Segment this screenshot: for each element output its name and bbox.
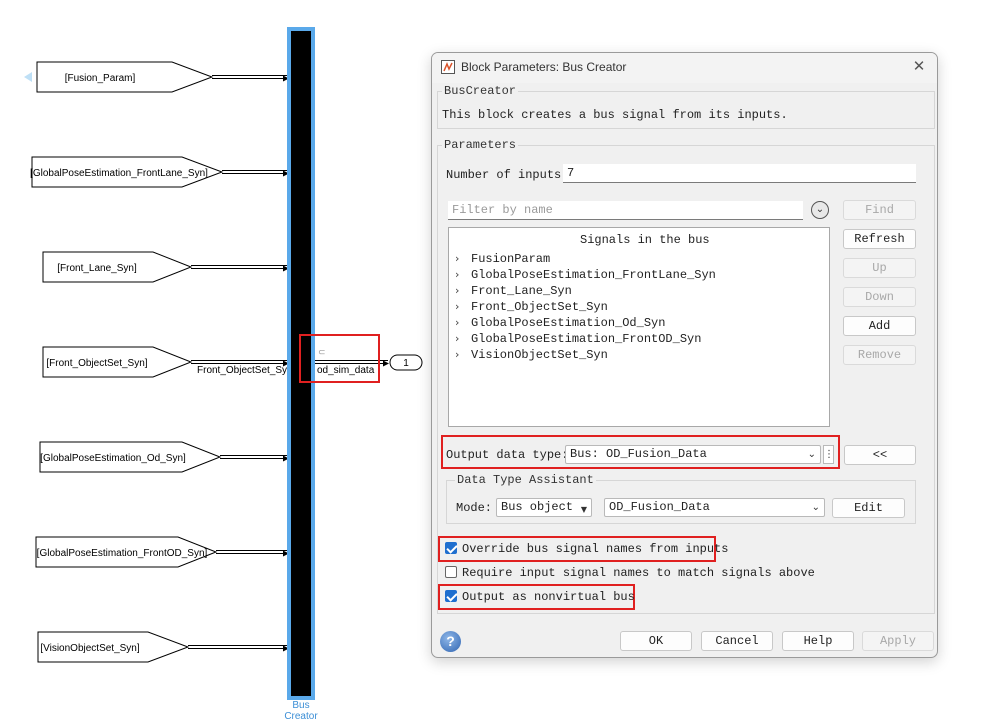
from-tag-label: [GlobalPoseEstimation_FrontOD_Syn]	[37, 548, 208, 559]
chevron-right-icon[interactable]: ›	[455, 300, 471, 313]
down-button[interactable]: Down	[843, 287, 916, 307]
block-description: This block creates a bus signal from its…	[442, 108, 788, 122]
output-type-label: Output data type:	[446, 448, 569, 462]
add-button[interactable]: Add	[843, 316, 916, 336]
dialog-titlebar[interactable]: Block Parameters: Bus Creator ✕	[432, 53, 937, 83]
chevron-right-icon[interactable]: ›	[455, 284, 471, 297]
chevron-right-icon[interactable]: ›	[455, 268, 471, 281]
signal-item[interactable]: › GlobalPoseEstimation_Od_Syn	[455, 316, 665, 330]
signal-name: Front_ObjectSet_Syn	[471, 300, 608, 314]
from-tag-globalpose-frontlane[interactable]: [GlobalPoseEstimation_FrontLane_Syn]	[30, 156, 224, 188]
chevron-down-icon: ⌄	[807, 449, 816, 460]
ok-button[interactable]: OK	[620, 631, 692, 651]
dialog-title: Block Parameters: Bus Creator	[461, 60, 627, 74]
require-names-checkbox[interactable]	[445, 566, 457, 578]
signal-name: GlobalPoseEstimation_Od_Syn	[471, 316, 666, 330]
chevron-right-icon[interactable]: ›	[455, 332, 471, 345]
from-tag-front-objectset[interactable]: [Front_ObjectSet_Syn]	[42, 346, 193, 378]
from-tag-fusion-param[interactable]: [Fusion_Param]	[36, 61, 214, 93]
up-button[interactable]: Up	[843, 258, 916, 278]
nonvirtual-label[interactable]: Output as nonvirtual bus	[462, 590, 635, 604]
filter-input[interactable]: Filter by name	[448, 201, 803, 220]
signal-name: GlobalPoseEstimation_FrontOD_Syn	[471, 332, 702, 346]
help-icon[interactable]: ?	[440, 631, 461, 652]
wire-label: Front_ObjectSet_Syn	[197, 365, 293, 376]
output-type-select[interactable]: Bus: OD_Fusion_Data ⌄	[565, 445, 821, 464]
from-tag-globalpose-od[interactable]: [GlobalPoseEstimation_Od_Syn]	[39, 441, 222, 473]
bus-object-select[interactable]: OD_Fusion_Data ⌄	[604, 498, 825, 517]
mode-label: Mode:	[456, 501, 493, 515]
bus-creator-caption: Bus	[292, 700, 309, 711]
assistant-toggle-button[interactable]: <<	[844, 445, 916, 465]
signal-name: GlobalPoseEstimation_FrontLane_Syn	[471, 268, 716, 282]
blocktype-legend: BusCreator	[442, 84, 519, 98]
bus-object-value: OD_Fusion_Data	[609, 500, 710, 514]
close-icon[interactable]: ✕	[909, 57, 929, 77]
signal-item[interactable]: › FusionParam	[455, 252, 550, 266]
chevron-right-icon[interactable]: ›	[455, 252, 471, 265]
cancel-button[interactable]: Cancel	[701, 631, 773, 651]
refresh-button[interactable]: Refresh	[843, 229, 916, 249]
simulink-block-icon	[441, 60, 455, 74]
from-tag-visionobjectset[interactable]: [VisionObjectSet_Syn]	[37, 631, 190, 663]
chevron-right-icon[interactable]: ›	[455, 316, 471, 329]
from-tag-label: [Front_ObjectSet_Syn]	[46, 358, 147, 369]
canvas-port-marker	[24, 72, 32, 82]
num-inputs-field[interactable]: 7	[563, 164, 916, 183]
mode-select[interactable]: Bus object ▼	[496, 498, 592, 517]
signal-name: Front_Lane_Syn	[471, 284, 572, 298]
output-signal-label[interactable]: od_sim_data	[317, 365, 375, 376]
signal-item[interactable]: › VisionObjectSet_Syn	[455, 348, 608, 362]
mode-value: Bus object	[501, 500, 574, 514]
signal-item[interactable]: › GlobalPoseEstimation_FrontLane_Syn	[455, 268, 716, 282]
from-tag-globalpose-frontod[interactable]: [GlobalPoseEstimation_FrontOD_Syn]	[35, 536, 218, 568]
output-type-value: Bus: OD_Fusion_Data	[570, 447, 707, 461]
bus-creator-caption: Creator	[284, 711, 318, 722]
require-names-label[interactable]: Require input signal names to match sign…	[462, 566, 815, 580]
outport-block[interactable]: 1	[389, 354, 423, 371]
assistant-legend: Data Type Assistant	[455, 473, 596, 487]
from-tag-front-lane[interactable]: [Front_Lane_Syn]	[42, 251, 193, 283]
from-tag-label: [Fusion_Param]	[65, 73, 136, 84]
parameters-legend: Parameters	[442, 138, 519, 152]
more-options-icon[interactable]: ⋮	[823, 445, 834, 464]
dropdown-triangle-icon: ▼	[580, 505, 587, 514]
signal-item[interactable]: › GlobalPoseEstimation_FrontOD_Syn	[455, 332, 701, 346]
chevron-down-icon: ⌄	[811, 502, 820, 513]
from-tag-label: [VisionObjectSet_Syn]	[40, 643, 140, 654]
num-inputs-label: Number of inputs:	[446, 168, 569, 182]
signal-resolve-icon: ⊂	[318, 348, 326, 358]
chevron-right-icon[interactable]: ›	[455, 348, 471, 361]
outport-number: 1	[403, 358, 409, 369]
from-tag-label: [GlobalPoseEstimation_FrontLane_Syn]	[30, 168, 208, 179]
signal-item[interactable]: › Front_Lane_Syn	[455, 284, 572, 298]
apply-button[interactable]: Apply	[862, 631, 934, 651]
signals-header: Signals in the bus	[580, 233, 710, 247]
signal-name: VisionObjectSet_Syn	[471, 348, 608, 362]
from-tag-label: [Front_Lane_Syn]	[57, 263, 137, 274]
signal-name: FusionParam	[471, 252, 551, 266]
remove-button[interactable]: Remove	[843, 345, 916, 365]
nonvirtual-checkbox[interactable]	[445, 590, 457, 602]
edit-button[interactable]: Edit	[832, 498, 905, 518]
from-tag-label: [GlobalPoseEstimation_Od_Syn]	[40, 453, 186, 464]
override-names-checkbox[interactable]	[445, 542, 457, 554]
find-button[interactable]: Find	[843, 200, 916, 220]
override-names-label[interactable]: Override bus signal names from inputs	[462, 542, 728, 556]
filter-options-icon[interactable]: ⌄	[811, 201, 829, 219]
signal-item[interactable]: › Front_ObjectSet_Syn	[455, 300, 608, 314]
help-button[interactable]: Help	[782, 631, 854, 651]
